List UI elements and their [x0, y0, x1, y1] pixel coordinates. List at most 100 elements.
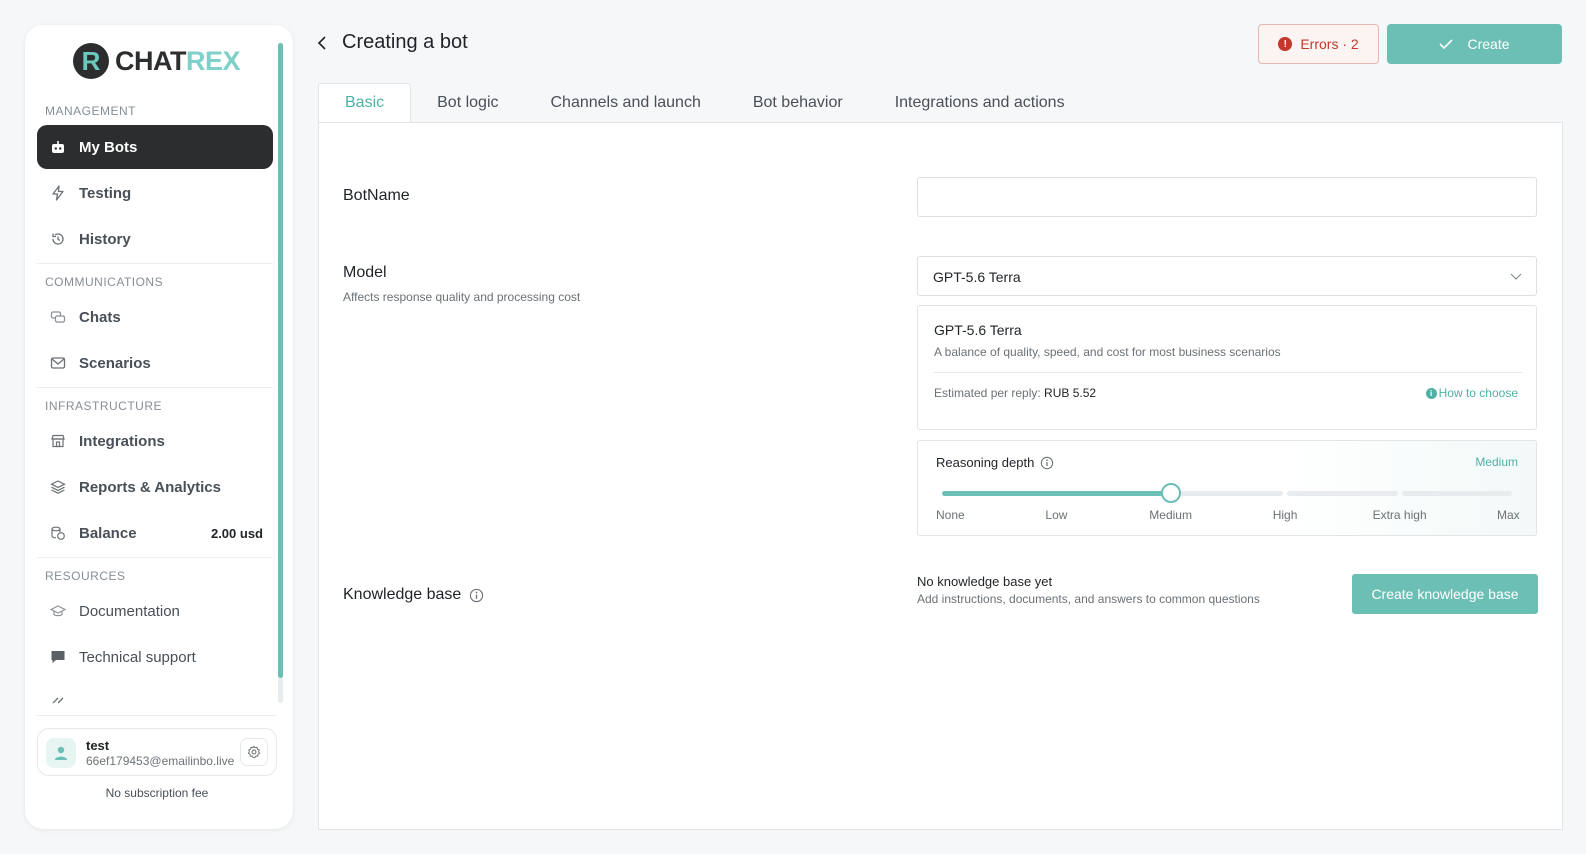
avatar: [46, 738, 76, 768]
sidebar-item-label: Testing: [79, 184, 132, 202]
estimate-prefix: Estimated per reply:: [934, 386, 1045, 400]
user-name: test: [86, 738, 110, 753]
reasoning-title-label: Reasoning depth: [936, 455, 1035, 470]
sidebar-item-label: Chats: [79, 308, 121, 326]
create-label: Create: [1467, 36, 1510, 52]
logo-text-part2: REX: [185, 45, 241, 76]
model-label: Model: [343, 264, 387, 281]
reasoning-current-level: Medium: [1475, 455, 1518, 469]
tab-channels-and-launch[interactable]: Channels and launch: [525, 83, 727, 123]
history-icon: [49, 230, 67, 248]
slider-level-label[interactable]: Extra high: [1373, 508, 1427, 522]
reasoning-depth-card: Reasoning depth Medium None Low Medium High…: [917, 440, 1537, 536]
check-icon: [1439, 39, 1454, 50]
balance-value: 2.00 usd: [210, 525, 263, 541]
divider: [934, 372, 1522, 373]
sidebar-nav: MANAGEMENT My Bots Testing History COMMU…: [25, 95, 287, 729]
sidebar-item-label: My Bots: [79, 138, 138, 156]
model-card-title: GPT-5.6 Terra: [934, 322, 1022, 338]
create-knowledge-base-button[interactable]: Create knowledge base: [1352, 574, 1538, 614]
knowledge-base-label-text: Knowledge base: [343, 586, 462, 603]
settings-button[interactable]: [240, 738, 268, 766]
error-icon: !: [1278, 37, 1293, 51]
robot-icon: [49, 138, 67, 156]
tab-bar: Basic Bot logic Channels and launch Bot …: [318, 83, 1091, 123]
botname-label: BotName: [343, 187, 410, 204]
model-select[interactable]: GPT-5.6 Terra: [917, 256, 1537, 296]
sidebar-item-label: Scenarios: [79, 354, 151, 372]
chat-bubbles-icon: [49, 308, 67, 326]
slider-fill: [942, 491, 1171, 496]
section-label-resources: RESOURCES: [45, 569, 126, 583]
estimate-value: RUB 5.52: [1044, 386, 1097, 400]
errors-label: Errors · 2: [1300, 36, 1359, 52]
errors-button[interactable]: ! Errors · 2: [1258, 24, 1379, 64]
slider-level-label[interactable]: Low: [1045, 508, 1067, 522]
back-button[interactable]: [314, 34, 330, 52]
model-hint: Affects response quality and processing …: [343, 290, 581, 304]
reasoning-title: Reasoning depth: [936, 455, 1054, 470]
lightning-icon: [49, 184, 67, 202]
envelope-icon: [49, 354, 67, 372]
model-card-description: A balance of quality, speed, and cost fo…: [934, 345, 1281, 359]
sidebar-item-label: Balance: [79, 524, 137, 542]
slider-track-segment[interactable]: [1287, 491, 1398, 496]
divider: [37, 263, 273, 264]
sidebar-item-more[interactable]: [37, 681, 273, 725]
slider-level-label[interactable]: None: [936, 508, 965, 522]
info-icon[interactable]: [469, 588, 484, 603]
slider-level-label[interactable]: Medium: [1149, 508, 1192, 522]
slider-track-segment[interactable]: [1172, 491, 1284, 496]
sidebar-item-documentation[interactable]: Documentation: [37, 589, 273, 633]
chevron-left-icon: [317, 36, 326, 50]
user-icon: [55, 746, 67, 760]
sidebar-item-support[interactable]: Technical support: [37, 635, 273, 679]
sidebar: R CHATREX MANAGEMENT My Bots Testing His…: [25, 25, 293, 829]
slider-level-label[interactable]: High: [1273, 508, 1298, 522]
create-button[interactable]: Create: [1387, 24, 1562, 64]
slider-track-segment[interactable]: [1401, 491, 1512, 496]
page-title: Creating a bot: [342, 31, 468, 53]
tab-bot-logic[interactable]: Bot logic: [411, 83, 524, 123]
sidebar-item-label: History: [79, 230, 131, 248]
subscription-status: No subscription fee: [105, 786, 209, 800]
sidebar-item-balance[interactable]: Balance 2.00 usd: [37, 511, 273, 555]
section-label-communications: COMMUNICATIONS: [45, 275, 164, 289]
botname-input[interactable]: [917, 177, 1537, 217]
divider: [37, 387, 273, 388]
user-email: 66ef179453@emailinbo.live: [86, 754, 235, 768]
sidebar-item-reports[interactable]: Reports & Analytics: [37, 465, 273, 509]
sidebar-item-scenarios[interactable]: Scenarios: [37, 341, 273, 385]
model-select-value: GPT-5.6 Terra: [933, 269, 1021, 285]
sidebar-item-testing[interactable]: Testing: [37, 171, 273, 215]
knowledge-base-status: No knowledge base yet: [917, 574, 1053, 589]
tab-integrations-and-actions[interactable]: Integrations and actions: [869, 83, 1091, 123]
chevron-down-icon: [1510, 273, 1522, 280]
knowledge-base-description: Add instructions, documents, and answers…: [917, 592, 1260, 606]
tab-basic[interactable]: Basic: [318, 83, 412, 123]
sidebar-item-chats[interactable]: Chats: [37, 295, 273, 339]
slider-thumb[interactable]: [1160, 483, 1181, 503]
tab-bot-behavior[interactable]: Bot behavior: [727, 83, 869, 123]
how-to-choose-link[interactable]: i How to choose: [1425, 386, 1518, 400]
gear-icon: [247, 745, 261, 759]
divider: [37, 715, 277, 716]
coins-icon: [49, 524, 67, 542]
knowledge-base-label: Knowledge base: [343, 586, 484, 604]
sidebar-item-my-bots[interactable]: My Bots: [37, 125, 273, 169]
message-icon: [49, 648, 67, 666]
news-icon: [49, 694, 67, 712]
sidebar-item-history[interactable]: History: [37, 217, 273, 261]
logo-text: CHATREX: [115, 45, 241, 77]
logo-mark: R: [73, 43, 109, 79]
logo[interactable]: R CHATREX: [73, 43, 241, 79]
sidebar-item-label: Reports & Analytics: [79, 478, 221, 496]
sidebar-item-integrations[interactable]: Integrations: [37, 419, 273, 463]
info-icon[interactable]: [1040, 456, 1054, 470]
estimate-text: Estimated per reply: RUB 5.52: [934, 386, 1096, 400]
divider: [37, 557, 273, 558]
sidebar-item-label: Documentation: [79, 602, 180, 620]
user-card[interactable]: test 66ef179453@emailinbo.live: [37, 728, 277, 776]
store-icon: [49, 432, 67, 450]
slider-level-label[interactable]: Max: [1497, 508, 1520, 522]
